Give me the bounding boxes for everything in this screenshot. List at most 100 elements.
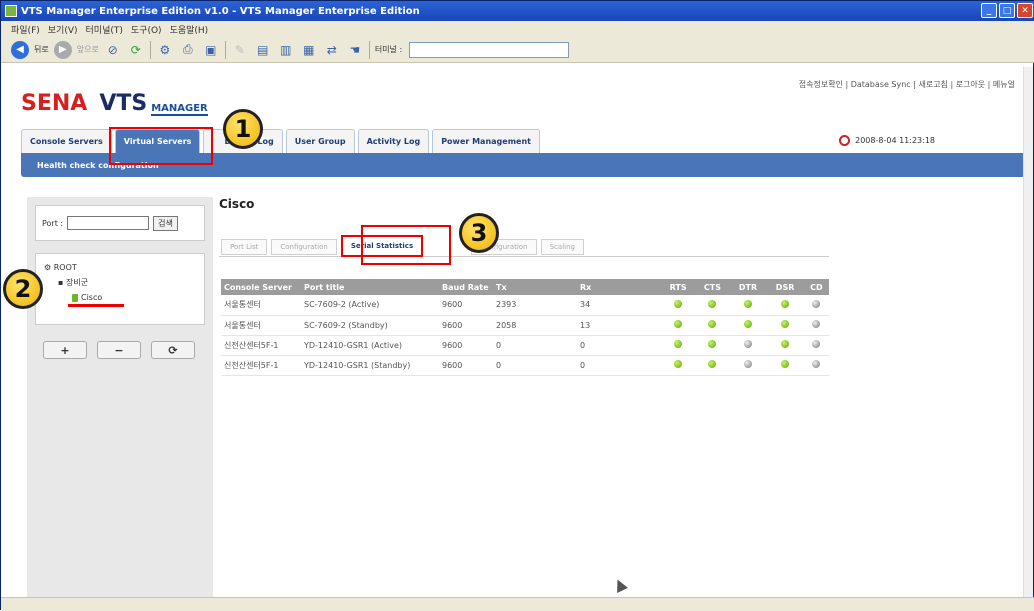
app-window: VTS Manager Enterprise Edition v1.0 - VT… bbox=[0, 0, 1034, 611]
menu-view[interactable]: 보기(V) bbox=[48, 23, 78, 36]
subtab-configuration[interactable]: Configuration bbox=[271, 239, 337, 255]
col-baud-rate: Baud Rate bbox=[439, 279, 493, 295]
signal-dtr-on-icon bbox=[744, 299, 753, 308]
top-links[interactable]: 접속정보확인 | Database Sync | 새로고침 | 로그아웃 | 메… bbox=[799, 79, 1015, 90]
print-icon[interactable]: ⎙ bbox=[179, 40, 197, 60]
title-bar: VTS Manager Enterprise Edition v1.0 - VT… bbox=[1, 1, 1034, 21]
col-rts: RTS bbox=[661, 279, 696, 295]
forward-label[interactable]: 앞으로 bbox=[77, 44, 99, 55]
window-controls: _ □ ✕ bbox=[981, 3, 1033, 18]
cell-dsr bbox=[766, 335, 804, 356]
cell-dsr bbox=[766, 355, 804, 376]
cell-rts bbox=[661, 355, 696, 376]
hand-icon[interactable]: ☚ bbox=[346, 40, 364, 60]
forward-icon[interactable]: ▶ bbox=[53, 40, 72, 59]
maximize-button[interactable]: □ bbox=[999, 3, 1015, 18]
connect-icon[interactable]: ⚙ bbox=[156, 40, 174, 60]
table-row[interactable]: 서울통센터 SC-7609-2 (Active) 9600 2393 34 bbox=[221, 295, 829, 316]
vertical-scrollbar[interactable] bbox=[1023, 67, 1033, 597]
tree-item-cisco[interactable]: Cisco bbox=[44, 290, 196, 305]
cell-dtr bbox=[729, 335, 767, 356]
back-icon[interactable]: ◀ bbox=[11, 40, 29, 59]
cell-dtr bbox=[729, 315, 767, 336]
toolbar-separator bbox=[368, 40, 370, 59]
subtab-scaling[interactable]: Scaling bbox=[540, 239, 584, 255]
window-icon[interactable]: ▣ bbox=[202, 40, 220, 60]
window-title: VTS Manager Enterprise Edition v1.0 - VT… bbox=[21, 5, 420, 17]
port-search-label: Port : bbox=[42, 218, 64, 228]
refresh-icon[interactable]: ⟳ bbox=[127, 40, 145, 60]
brand-logo: SENA bbox=[21, 91, 88, 116]
menu-file[interactable]: 파일(F) bbox=[11, 23, 40, 36]
tab-console-servers[interactable]: Console Servers bbox=[21, 129, 112, 153]
tree-group[interactable]: ▪ 장비군 bbox=[44, 275, 196, 290]
table-row[interactable]: 서울통센터 SC-7609-2 (Standby) 9600 2058 13 bbox=[221, 315, 829, 336]
close-button[interactable]: ✕ bbox=[1017, 3, 1033, 18]
cell-cts bbox=[695, 295, 730, 316]
main-panel: Cisco Port List Configuration Serial Sta… bbox=[219, 197, 1019, 597]
cell-baud-rate: 9600 bbox=[439, 355, 493, 376]
cell-dsr bbox=[766, 295, 804, 316]
signal-cd-off-icon bbox=[812, 360, 821, 368]
toolbar-separator bbox=[149, 40, 151, 59]
columns-icon[interactable]: ▦ bbox=[300, 40, 318, 60]
tab-user-group[interactable]: User Group bbox=[285, 129, 355, 153]
add-button[interactable]: + bbox=[43, 341, 87, 359]
cell-baud-rate: 9600 bbox=[439, 335, 493, 356]
cell-rx: 34 bbox=[577, 295, 661, 316]
col-dsr: DSR bbox=[766, 279, 804, 295]
tab-power-management[interactable]: Power Management bbox=[432, 129, 540, 153]
cell-tx: 2393 bbox=[493, 295, 577, 316]
signal-rts-on-icon bbox=[674, 320, 683, 328]
product-sub-logo: MANAGER bbox=[151, 103, 208, 116]
cell-port-title: SC-7609-2 (Standby) bbox=[301, 315, 439, 336]
stop-icon[interactable]: ⊘ bbox=[104, 40, 122, 60]
cell-port-title: YD-12410-GSR1 (Standby) bbox=[301, 355, 439, 376]
cell-cts bbox=[695, 315, 730, 336]
tree-group-label: 장비군 bbox=[65, 278, 89, 287]
menu-tools[interactable]: 도구(O) bbox=[131, 23, 162, 36]
refresh-button[interactable]: ⟳ bbox=[151, 341, 195, 359]
remove-button[interactable]: − bbox=[97, 341, 141, 359]
port-search-input[interactable] bbox=[67, 216, 150, 230]
table-header-row: Console Server Port title Baud Rate Tx R… bbox=[221, 279, 829, 295]
cell-port-title: SC-7609-2 (Active) bbox=[301, 295, 439, 316]
signal-dsr-on-icon bbox=[781, 299, 790, 308]
terminal-dropdown[interactable] bbox=[409, 41, 570, 58]
cell-rts bbox=[661, 295, 696, 316]
cell-baud-rate: 9600 bbox=[439, 315, 493, 336]
edit-icon[interactable]: ✎ bbox=[231, 40, 249, 60]
menu-help[interactable]: 도움말(H) bbox=[170, 23, 209, 36]
subtab-port-list[interactable]: Port List bbox=[221, 239, 268, 255]
table-row[interactable]: 신전산센터5F-1 YD-12410-GSR1 (Standby) 9600 0 0 bbox=[221, 355, 829, 376]
signal-cd-off-icon bbox=[812, 299, 821, 308]
menu-terminal[interactable]: 터미널(T) bbox=[86, 23, 123, 36]
signal-dsr-on-icon bbox=[781, 360, 790, 368]
cell-dsr bbox=[766, 315, 804, 336]
layout-icon[interactable]: ▤ bbox=[254, 40, 272, 60]
cell-tx: 2058 bbox=[493, 315, 577, 336]
cell-port-title: YD-12410-GSR1 (Active) bbox=[301, 335, 439, 356]
lock-icon bbox=[72, 293, 78, 302]
product-logo: VTS bbox=[99, 91, 148, 116]
col-dtr: DTR bbox=[729, 279, 767, 295]
search-button[interactable]: 검색 bbox=[153, 215, 178, 231]
port-search: Port : 검색 bbox=[35, 205, 205, 241]
col-rx: Rx bbox=[577, 279, 661, 295]
toolbar-separator bbox=[224, 40, 226, 59]
split-icon[interactable]: ▥ bbox=[277, 40, 295, 60]
signal-dtr-off-icon bbox=[744, 340, 753, 348]
back-label[interactable]: 뒤로 bbox=[34, 44, 49, 55]
cell-cts bbox=[695, 335, 730, 356]
table-row[interactable]: 신전산센터5F-1 YD-12410-GSR1 (Active) 9600 0 0 bbox=[221, 335, 829, 356]
cell-rts bbox=[661, 315, 696, 336]
cell-console-server: 서울통센터 bbox=[221, 295, 301, 316]
signal-dtr-off-icon bbox=[744, 360, 753, 368]
tab-activity-log[interactable]: Activity Log bbox=[357, 129, 430, 153]
main-tabs: Console Servers Virtual Servers Device L… bbox=[21, 129, 540, 153]
cell-dtr bbox=[729, 355, 767, 376]
minimize-button[interactable]: _ bbox=[981, 3, 997, 18]
tree-root[interactable]: ⚙ ROOT bbox=[44, 260, 196, 275]
transfer-icon[interactable]: ⇄ bbox=[323, 40, 341, 60]
signal-dsr-on-icon bbox=[781, 340, 790, 348]
